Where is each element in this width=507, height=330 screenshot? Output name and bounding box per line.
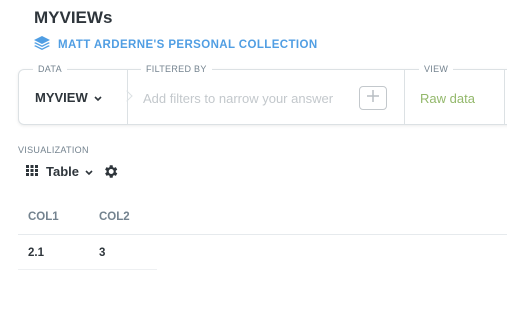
column-header[interactable]: COL1 bbox=[28, 211, 59, 223]
visualization-type-select[interactable]: Table bbox=[26, 164, 93, 179]
filter-placeholder[interactable]: Add filters to narrow your answer bbox=[143, 91, 333, 106]
divider bbox=[127, 70, 128, 125]
table-header-row: COL1 COL2 bbox=[18, 204, 507, 235]
chevron-down-icon bbox=[85, 164, 93, 179]
view-section-label: VIEW bbox=[419, 64, 454, 74]
divider bbox=[404, 70, 405, 125]
data-section-label: DATA bbox=[33, 64, 67, 74]
chevron-down-icon bbox=[94, 90, 102, 105]
collection-label: MATT ARDERNE'S PERSONAL COLLECTION bbox=[58, 38, 318, 51]
gear-icon[interactable] bbox=[102, 163, 119, 185]
query-builder: DATA MYVIEW FILTERED BY Add filters to n… bbox=[18, 64, 507, 125]
column-header[interactable]: COL2 bbox=[99, 211, 130, 223]
visualization-type-label: Table bbox=[46, 164, 79, 179]
data-source-value: MYVIEW bbox=[35, 90, 88, 105]
table-row: 2.1 3 bbox=[18, 236, 157, 270]
divider bbox=[504, 70, 505, 125]
data-source-select[interactable]: MYVIEW bbox=[35, 90, 102, 105]
collection-icon bbox=[34, 36, 58, 53]
table-cell: 3 bbox=[99, 247, 106, 259]
add-filter-button[interactable] bbox=[359, 86, 387, 110]
filter-section-label: FILTERED BY bbox=[141, 64, 212, 74]
visualization-label: VISUALIZATION bbox=[18, 145, 89, 155]
view-select[interactable]: Raw data bbox=[420, 91, 475, 106]
table-grid-icon bbox=[26, 164, 38, 179]
collection-link[interactable]: MATT ARDERNE'S PERSONAL COLLECTION bbox=[34, 36, 318, 53]
page: MYVIEWs MATT ARDERNE'S PERSONAL COLLECTI… bbox=[0, 0, 507, 330]
table-cell: 2.1 bbox=[28, 247, 44, 259]
page-title: MYVIEWs bbox=[34, 8, 113, 27]
plus-icon bbox=[367, 89, 379, 107]
